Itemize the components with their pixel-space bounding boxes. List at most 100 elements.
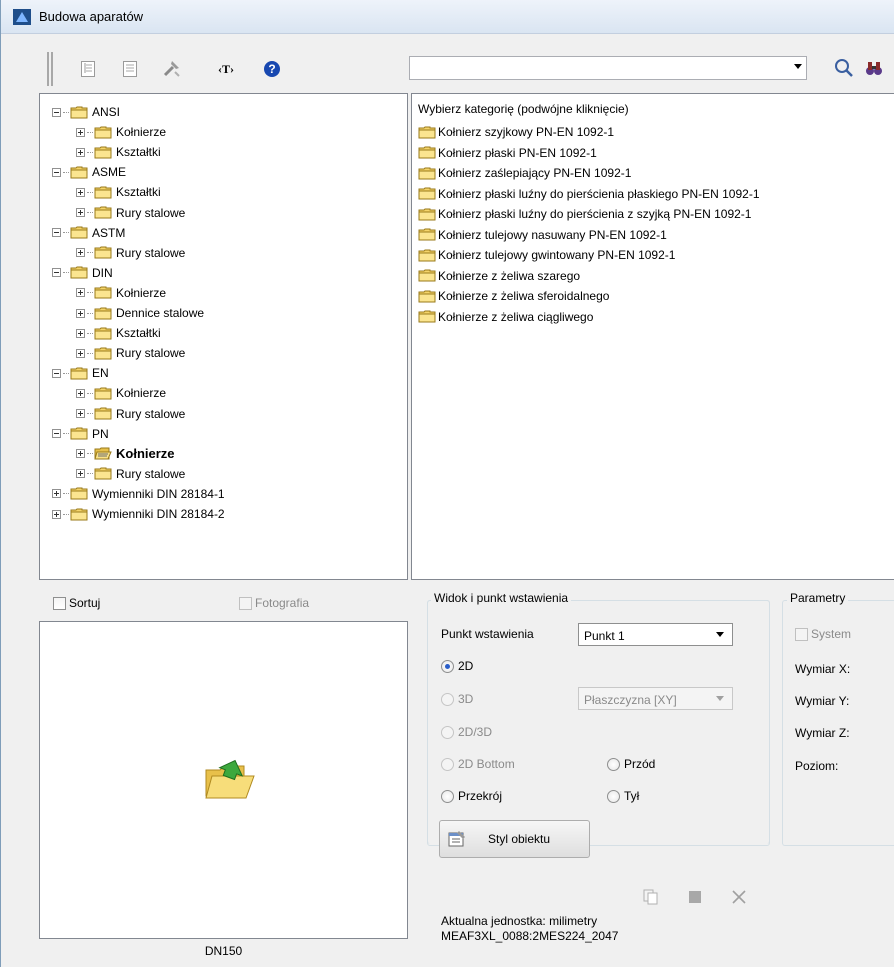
list-item[interactable]: Kołnierze z żeliwa szarego bbox=[418, 266, 580, 286]
list-header: Wybierz kategorię (podwójne kliknięcie) bbox=[418, 102, 629, 116]
list-view-icon[interactable] bbox=[119, 58, 141, 80]
expand-toggle-icon[interactable] bbox=[76, 469, 85, 479]
radio-2d[interactable]: 2D bbox=[441, 659, 473, 673]
category-tree[interactable]: ANSI Kołnierze Kształtki ASME Kształtki Rury … bbox=[39, 93, 408, 580]
collapse-toggle-icon[interactable] bbox=[52, 167, 61, 177]
list-item[interactable]: Kołnierze z żeliwa ciągliwego bbox=[418, 307, 593, 327]
photo-checkbox[interactable] bbox=[239, 596, 252, 610]
radio-3d-button[interactable] bbox=[441, 692, 454, 706]
plane-select[interactable]: Płaszczyzna [XY] bbox=[578, 687, 733, 710]
tree-item[interactable]: Kształtki bbox=[76, 142, 161, 162]
expand-toggle-icon[interactable] bbox=[76, 127, 85, 137]
system-checkbox[interactable] bbox=[795, 627, 808, 641]
radio-2d-button[interactable] bbox=[441, 659, 454, 673]
close-icon[interactable] bbox=[728, 886, 750, 908]
tree-item[interactable]: Kołnierze bbox=[76, 444, 175, 464]
folder-icon bbox=[418, 208, 436, 220]
radio-back-button[interactable] bbox=[607, 789, 620, 803]
radio-front[interactable]: Przód bbox=[607, 757, 655, 771]
tree-item[interactable]: Rury stalowe bbox=[76, 203, 185, 223]
help-icon[interactable]: ? bbox=[261, 58, 283, 80]
expand-toggle-icon[interactable] bbox=[76, 449, 85, 459]
radio-2d3d[interactable]: 2D/3D bbox=[441, 725, 492, 739]
radio-section-button[interactable] bbox=[441, 789, 454, 803]
collapse-toggle-icon[interactable] bbox=[52, 268, 61, 278]
search-icon[interactable] bbox=[833, 57, 855, 79]
list-item[interactable]: Kołnierz szyjkowy PN-EN 1092-1 bbox=[418, 122, 614, 142]
tree-item[interactable]: Dennice stalowe bbox=[76, 303, 204, 323]
radio-3d[interactable]: 3D bbox=[441, 692, 473, 706]
tree-item[interactable]: EN bbox=[52, 363, 109, 383]
radio-2d-bottom[interactable]: 2D Bottom bbox=[441, 757, 515, 771]
collapse-toggle-icon[interactable] bbox=[52, 368, 61, 378]
object-style-button[interactable]: Styl obiektu bbox=[439, 820, 590, 858]
stop-icon[interactable] bbox=[684, 886, 706, 908]
sort-checkbox-row[interactable]: Sortuj bbox=[53, 596, 100, 610]
copy-icon[interactable] bbox=[640, 886, 662, 908]
tree-connector bbox=[87, 151, 93, 153]
sort-checkbox[interactable] bbox=[53, 596, 66, 610]
tree-item[interactable]: Rury stalowe bbox=[76, 404, 185, 424]
radio-2d-bottom-button[interactable] bbox=[441, 757, 454, 771]
expand-toggle-icon[interactable] bbox=[76, 328, 85, 338]
expand-toggle-icon[interactable] bbox=[76, 147, 85, 157]
system-checkbox-row[interactable]: System bbox=[795, 627, 851, 641]
insert-point-select[interactable]: Punkt 1 bbox=[578, 623, 733, 646]
category-list[interactable]: Wybierz kategorię (podwójne kliknięcie) … bbox=[411, 93, 894, 580]
tree-item[interactable]: ANSI bbox=[52, 102, 120, 122]
collapse-toggle-icon[interactable] bbox=[52, 107, 61, 117]
tree-item-label: Kołnierze bbox=[116, 386, 167, 401]
expand-toggle-icon[interactable] bbox=[76, 248, 85, 258]
radio-back[interactable]: Tył bbox=[607, 789, 639, 803]
expand-toggle-icon[interactable] bbox=[52, 509, 61, 519]
expand-toggle-icon[interactable] bbox=[76, 187, 85, 197]
tree-item-label: Kołnierze bbox=[116, 125, 167, 140]
expand-toggle-icon[interactable] bbox=[76, 409, 85, 418]
tree-item[interactable]: Rury stalowe bbox=[76, 343, 185, 363]
list-item[interactable]: Kołnierze z żeliwa sferoidalnego bbox=[418, 286, 609, 306]
radio-section[interactable]: Przekrój bbox=[441, 789, 502, 803]
tree-item[interactable]: Kształtki bbox=[76, 182, 161, 202]
expand-toggle-icon[interactable] bbox=[52, 489, 61, 499]
expand-toggle-icon[interactable] bbox=[76, 388, 85, 398]
details-view-icon[interactable] bbox=[77, 58, 99, 80]
expand-toggle-icon[interactable] bbox=[76, 348, 85, 358]
tree-item[interactable]: Kształtki bbox=[76, 323, 161, 343]
preview-caption: DN150 bbox=[204, 944, 243, 958]
text-tag-icon[interactable]: ‹T› bbox=[215, 58, 237, 80]
tools-icon[interactable] bbox=[161, 57, 183, 79]
collapse-toggle-icon[interactable] bbox=[52, 429, 61, 439]
tree-item[interactable]: ASTM bbox=[52, 223, 125, 243]
tree-item[interactable]: ASME bbox=[52, 162, 126, 182]
radio-2d3d-button[interactable] bbox=[441, 725, 454, 739]
list-item[interactable]: Kołnierz płaski luźny do pierścienia z s… bbox=[418, 204, 751, 224]
search-input[interactable] bbox=[412, 58, 782, 78]
expand-toggle-icon[interactable] bbox=[76, 308, 85, 318]
list-item[interactable]: Kołnierz tulejowy nasuwany PN-EN 1092-1 bbox=[418, 225, 667, 245]
tree-item[interactable]: Kołnierze bbox=[76, 122, 166, 142]
list-item[interactable]: Kołnierz płaski PN-EN 1092-1 bbox=[418, 143, 597, 163]
expand-toggle-icon[interactable] bbox=[76, 208, 85, 217]
tree-item[interactable]: PN bbox=[52, 424, 109, 444]
expand-toggle-icon[interactable] bbox=[76, 288, 85, 298]
photo-checkbox-row[interactable]: Fotografia bbox=[239, 596, 309, 610]
combo-dropdown-icon[interactable] bbox=[794, 64, 802, 69]
search-combobox[interactable] bbox=[409, 56, 807, 80]
find-binoculars-icon[interactable] bbox=[863, 57, 885, 79]
tree-item[interactable]: Rury stalowe bbox=[76, 464, 185, 484]
tree-item[interactable]: Wymienniki DIN 28184-2 bbox=[52, 504, 225, 524]
tree-item[interactable]: DIN bbox=[52, 263, 113, 283]
list-item[interactable]: Kołnierz tulejowy gwintowany PN-EN 1092-… bbox=[418, 245, 675, 265]
radio-front-button[interactable] bbox=[607, 757, 620, 771]
toolbar-grip[interactable] bbox=[47, 52, 53, 86]
list-item[interactable]: Kołnierz zaślepiający PN-EN 1092-1 bbox=[418, 163, 631, 183]
list-item[interactable]: Kołnierz płaski luźny do pierścienia pła… bbox=[418, 184, 760, 204]
list-item-label: Kołnierz tulejowy nasuwany PN-EN 1092-1 bbox=[438, 227, 667, 242]
folder-icon bbox=[94, 246, 112, 259]
collapse-toggle-icon[interactable] bbox=[52, 228, 61, 238]
tree-item[interactable]: Wymienniki DIN 28184-1 bbox=[52, 484, 225, 504]
folder-icon bbox=[70, 508, 88, 520]
tree-item[interactable]: Kołnierze bbox=[76, 383, 166, 403]
tree-item[interactable]: Kołnierze bbox=[76, 283, 166, 303]
tree-item[interactable]: Rury stalowe bbox=[76, 243, 185, 263]
